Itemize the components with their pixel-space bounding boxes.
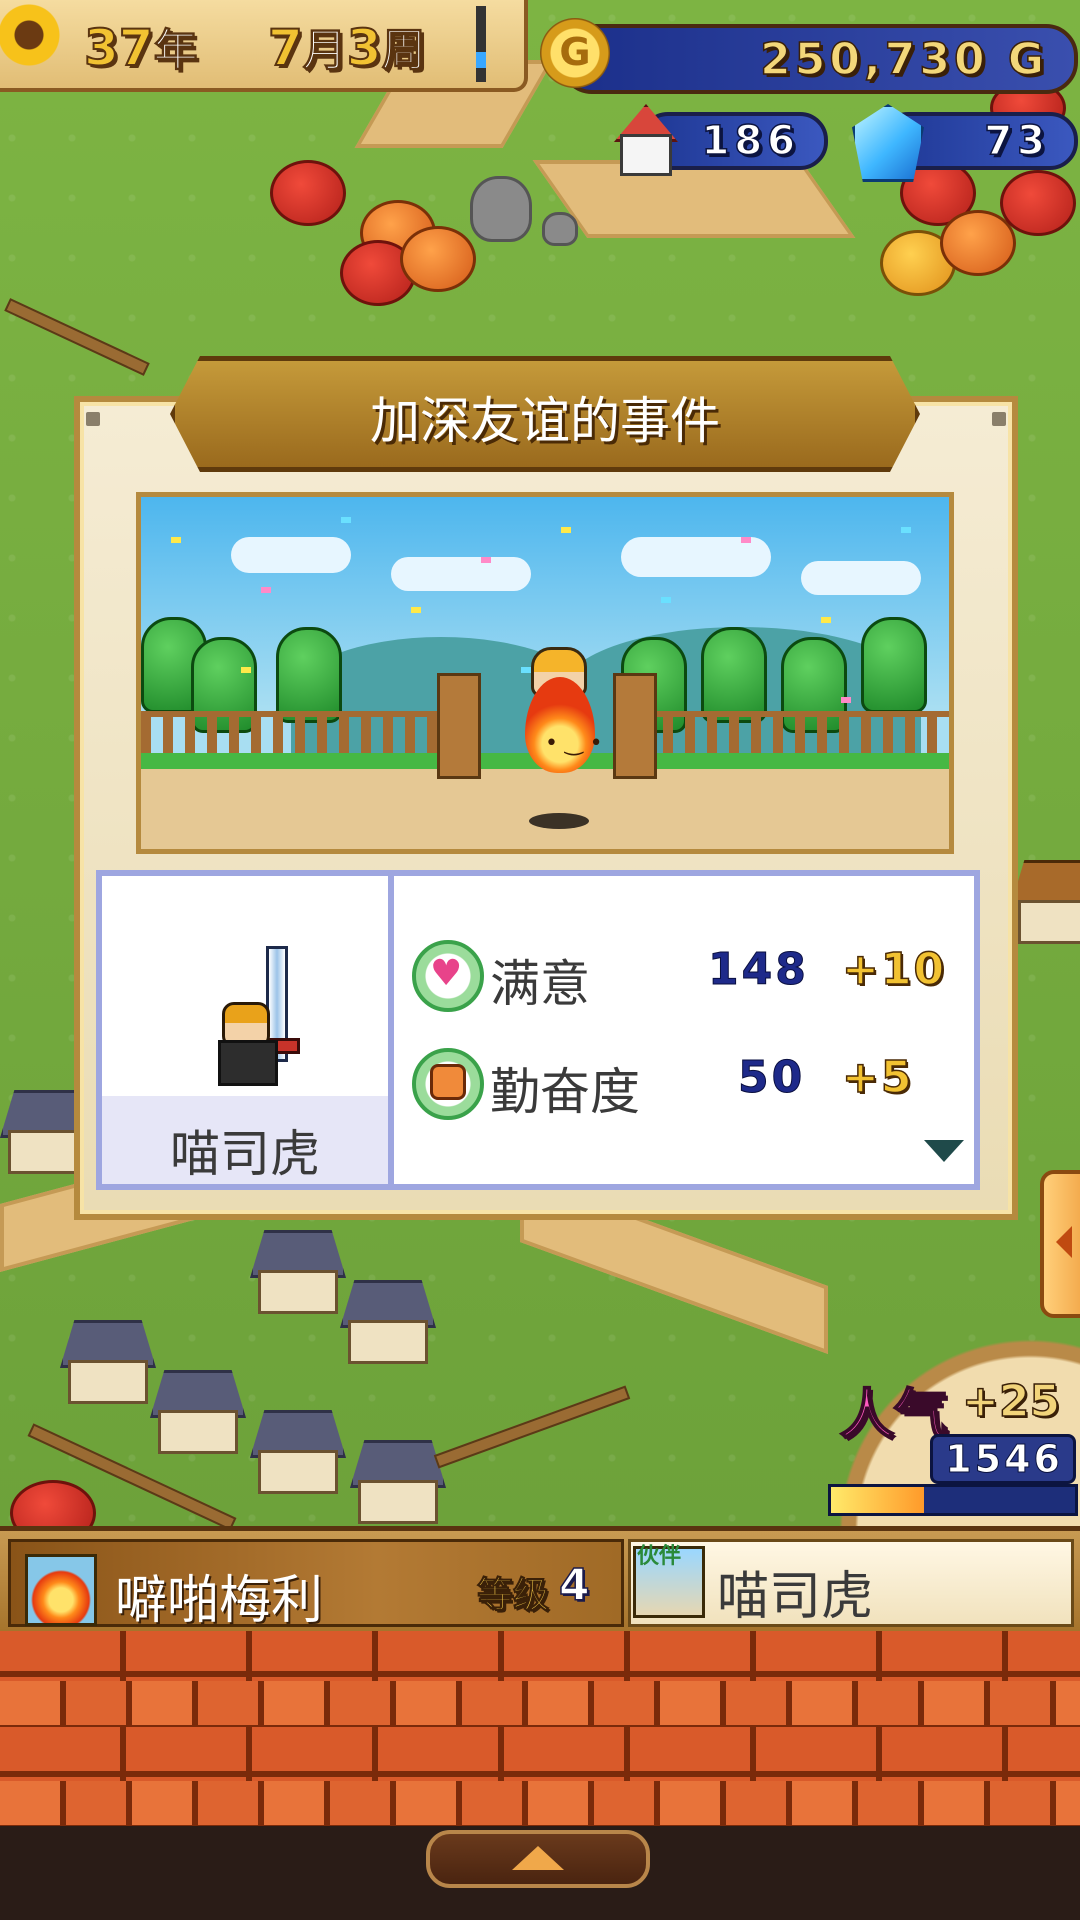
partner-panel[interactable]: 伙伴 喵司虎 [628, 1539, 1074, 1627]
rock [542, 212, 578, 246]
character-stats-panel: 喵司虎 ♥ 满意 148 +10 勤奋度 50 +5 [96, 870, 980, 1190]
corner-rivet [992, 412, 1006, 426]
chevron-left-icon [1056, 1226, 1072, 1258]
townhouse[interactable] [150, 1370, 246, 1454]
popularity-value-box: 1546 [930, 1434, 1076, 1484]
crystal-count: 73 [984, 117, 1050, 165]
event-scene-illustration: • ‿ • [136, 492, 954, 854]
fist-icon [412, 1048, 484, 1120]
stat-delta: +5 [841, 1051, 914, 1104]
townhouse[interactable] [250, 1230, 346, 1314]
date-display: 37年 7月3周 [0, 0, 528, 92]
stat-label: 勤奋度 [490, 1063, 640, 1121]
chevron-up-icon [512, 1846, 564, 1870]
sunflower-icon [0, 0, 64, 70]
status-bar: 噼啪梅利 等级 4 伙伴 喵司虎 [0, 1526, 1080, 1636]
level-value: 4 [558, 1559, 590, 1612]
gold-amount: 250,730 G [759, 33, 1048, 86]
townhouse[interactable] [60, 1320, 156, 1404]
wooden-fence [433, 1385, 631, 1469]
active-character-name: 噼啪梅利 [115, 1571, 324, 1631]
stat-delta: +10 [841, 943, 947, 996]
house-count: 186 [701, 117, 800, 165]
house-icon [608, 104, 678, 176]
stat-value: 148 [708, 944, 809, 996]
stat-row-diligence: 勤奋度 50 +5 [412, 1048, 972, 1128]
popularity-value: 1546 [945, 1437, 1063, 1482]
character-name: 喵司虎 [170, 1125, 320, 1183]
week-progress-bar [476, 6, 486, 82]
stat-value: 50 [737, 1052, 806, 1104]
townhouse[interactable] [250, 1410, 346, 1494]
autumn-tree [1000, 170, 1076, 236]
townhouse[interactable] [350, 1440, 446, 1524]
rock [470, 176, 532, 242]
week-unit: 周 [381, 25, 426, 77]
character-portrait-box[interactable]: 喵司虎 [102, 876, 394, 1184]
open-menu-button[interactable] [426, 1830, 650, 1888]
knight-sprite [214, 946, 304, 1086]
market-stall[interactable] [1010, 860, 1080, 944]
popularity-progress-bar [828, 1484, 1078, 1516]
popularity-delta: +25 [961, 1375, 1061, 1428]
gate-post [437, 673, 481, 779]
next-page-arrow-icon[interactable] [924, 1140, 964, 1162]
autumn-tree [400, 226, 476, 292]
flame-character-icon [25, 1554, 97, 1626]
stat-label: 满意 [490, 955, 590, 1013]
stat-row-satisfaction: ♥ 满意 148 +10 [412, 940, 972, 1020]
dialog-title: 加深友谊的事件 [370, 392, 720, 450]
week-number: 3 [346, 18, 383, 78]
gate-post [613, 673, 657, 779]
year-number: 37 [83, 18, 155, 78]
year-unit: 年 [153, 25, 198, 77]
heart-icon: ♥ [412, 940, 484, 1012]
autumn-tree [270, 160, 346, 226]
month-number: 7 [267, 18, 304, 78]
popularity-progress-fill [831, 1487, 924, 1513]
dialog-title-banner: 加深友谊的事件 [170, 356, 920, 472]
gold-counter: 250,730 G [560, 24, 1078, 94]
active-character-panel[interactable]: 噼啪梅利 等级 4 [8, 1539, 624, 1631]
level-label: 等级 [476, 1575, 550, 1617]
corner-rivet [86, 412, 100, 426]
side-menu-tab[interactable] [1040, 1170, 1080, 1318]
dirt-road [532, 160, 856, 238]
month-unit: 月 [302, 25, 347, 77]
townhouse[interactable] [340, 1280, 436, 1364]
partner-name: 喵司虎 [717, 1567, 874, 1627]
wooden-fence [4, 298, 150, 376]
gold-coin-icon: G [540, 18, 610, 88]
partner-tag: 伙伴 [637, 1544, 682, 1569]
